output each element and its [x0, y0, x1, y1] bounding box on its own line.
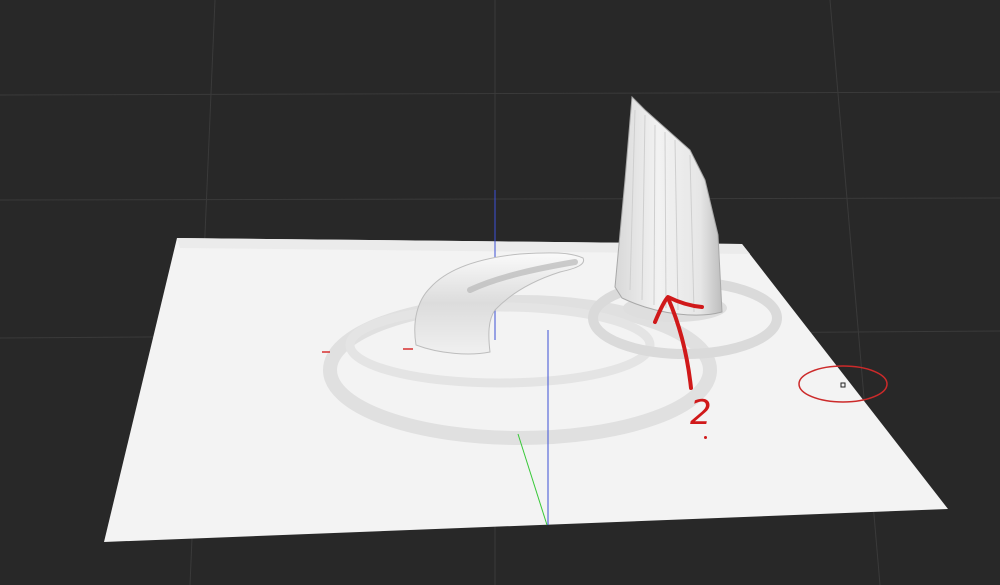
annotation-dot [704, 436, 707, 439]
vertical-blade-mesh[interactable] [614, 95, 723, 316]
annotation-label: 2 [690, 393, 712, 433]
viewport-canvas[interactable] [0, 0, 1000, 585]
3d-viewport[interactable]: 2 [0, 0, 1000, 585]
